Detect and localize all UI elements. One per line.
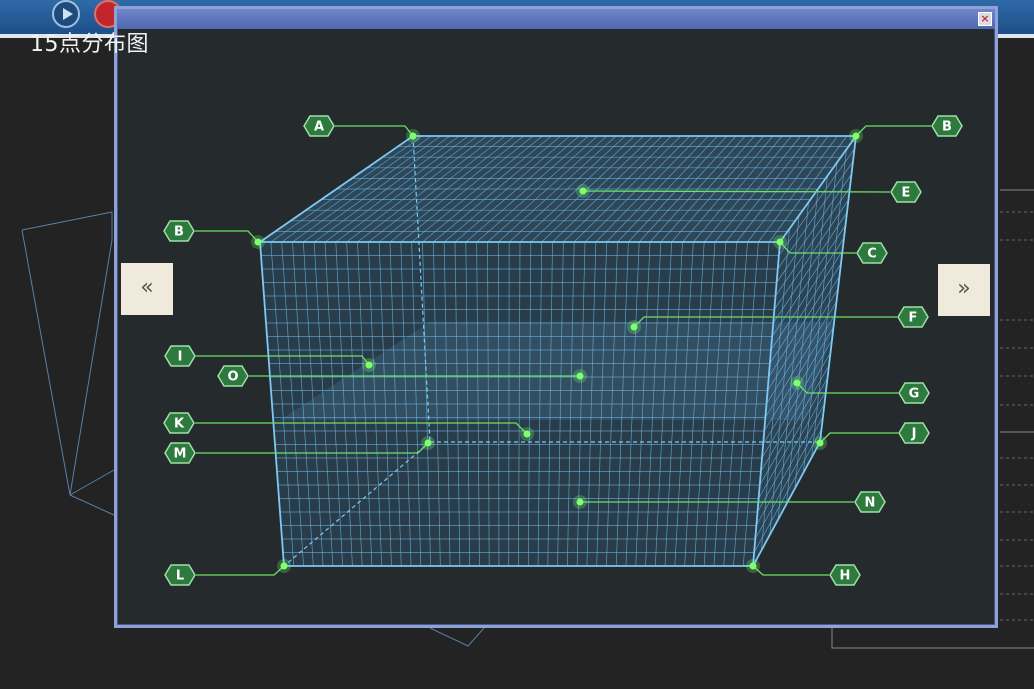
point-marker-h	[749, 562, 757, 570]
point-marker-c	[776, 238, 784, 246]
point-label-o: O	[227, 370, 238, 385]
leader-line-b2	[195, 230, 259, 243]
point-label-b2: B	[174, 225, 184, 240]
point-marker-e	[579, 187, 587, 195]
point-marker-l	[280, 562, 288, 570]
point-label-n: N	[865, 496, 876, 511]
point-label-c: C	[867, 247, 877, 262]
point-marker-i	[365, 361, 373, 369]
point-label-m: M	[174, 447, 187, 462]
point-marker-m	[424, 439, 432, 447]
point-marker-j	[816, 439, 824, 447]
point-marker-b2	[254, 238, 262, 246]
leader-line-b1	[855, 125, 931, 137]
point-label-j: J	[911, 427, 917, 442]
leader-line-a	[335, 125, 414, 137]
point-marker-b1	[852, 132, 860, 140]
point-label-h: H	[840, 569, 851, 584]
point-label-l: L	[176, 569, 184, 584]
point-label-b1: B	[942, 120, 952, 135]
point-label-g: G	[909, 387, 920, 402]
point-marker-g	[793, 379, 801, 387]
point-marker-a	[409, 132, 417, 140]
point-label-f: F	[909, 311, 918, 326]
point-label-i: I	[178, 350, 183, 365]
leader-line-j	[819, 432, 898, 444]
point-label-a: A	[314, 120, 324, 135]
cube-diagram: A B B E C F I O G K J M N L H	[163, 115, 963, 586]
point-marker-o	[576, 372, 584, 380]
point-marker-k	[523, 430, 531, 438]
point-label-e: E	[902, 186, 911, 201]
point-marker-f	[630, 323, 638, 331]
next-button[interactable]: »	[938, 264, 990, 316]
point-label-k: K	[174, 417, 185, 432]
point-marker-n	[576, 498, 584, 506]
leader-line-l	[196, 565, 285, 576]
leader-line-h	[752, 565, 829, 576]
previous-button[interactable]: «	[121, 263, 173, 315]
